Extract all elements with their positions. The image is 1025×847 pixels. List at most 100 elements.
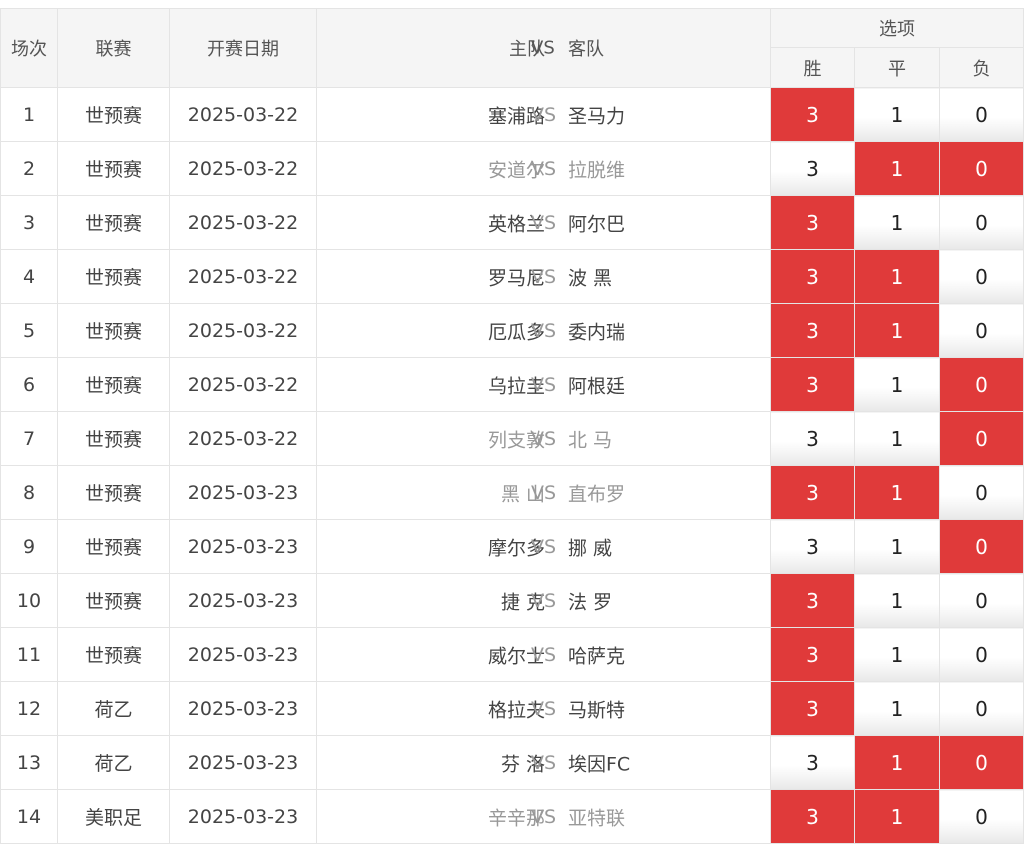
away-team: 亚特联 [568,807,626,829]
option-win-button[interactable]: 3 [770,87,855,142]
vs-label: VS [531,697,557,720]
match-date: 2025-03-22 [169,411,317,466]
league-name: 世预赛 [57,573,170,628]
option-win-button[interactable]: 3 [770,519,855,574]
round-number: 13 [0,735,58,790]
round-number: 14 [0,789,58,844]
option-draw-button[interactable]: 1 [854,195,940,250]
option-win-button[interactable]: 3 [770,573,855,628]
match-date: 2025-03-23 [169,735,317,790]
option-draw-button[interactable]: 1 [854,303,940,358]
header-date: 开赛日期 [169,8,317,88]
header-vs: VS [531,37,555,59]
match-teams: 黑 山 VS 直布罗 [316,465,771,520]
table-body: 1 世预赛 2025-03-22 塞浦路 VS 圣马力 3 1 0 2 世预赛 2025-03-22 安… [0,87,1025,844]
option-draw-button[interactable]: 1 [854,573,940,628]
vs-label: VS [531,103,557,126]
round-number: 11 [0,627,58,682]
option-draw-button[interactable]: 1 [854,735,940,790]
option-lose-button[interactable]: 0 [938,195,1025,250]
option-win-button[interactable]: 3 [770,681,855,736]
away-team: 阿根廷 [568,375,626,397]
vs-label: VS [531,751,557,774]
round-number: 5 [0,303,58,358]
away-team: 圣马力 [568,105,626,127]
option-draw-button[interactable]: 1 [854,141,940,196]
option-lose-button[interactable]: 0 [938,87,1025,142]
match-teams: 厄瓜多 VS 委内瑞 [316,303,771,358]
vs-label: VS [531,589,557,612]
table-row: 2 世预赛 2025-03-22 安道尔 VS 拉脱维 3 1 0 [0,141,1025,196]
header-options: 选项 [769,8,1025,48]
league-name: 世预赛 [57,357,170,412]
match-teams: 芬 洛 VS 埃因FC [316,735,771,790]
option-lose-button[interactable]: 0 [938,627,1025,682]
match-date: 2025-03-23 [169,789,317,844]
table-row: 8 世预赛 2025-03-23 黑 山 VS 直布罗 3 1 0 [0,465,1025,520]
table-row: 13 荷乙 2025-03-23 芬 洛 VS 埃因FC 3 1 0 [0,735,1025,790]
away-team: 委内瑞 [568,321,626,343]
league-name: 世预赛 [57,195,170,250]
option-win-button[interactable]: 3 [770,303,855,358]
vs-label: VS [531,211,557,234]
match-date: 2025-03-23 [169,573,317,628]
option-draw-button[interactable]: 1 [854,465,940,520]
table-row: 12 荷乙 2025-03-23 格拉夫 VS 马斯特 3 1 0 [0,681,1025,736]
vs-label: VS [531,427,557,450]
option-win-button[interactable]: 3 [770,411,855,466]
option-win-button[interactable]: 3 [770,735,855,790]
option-lose-button[interactable]: 0 [938,141,1025,196]
vs-label: VS [531,535,557,558]
option-lose-button[interactable]: 0 [938,681,1025,736]
lottery-table-wrap: 场次 联赛 开赛日期 主队 VS 客队 选项 胜 平 负 1 世预赛 2025-03… [0,8,1025,844]
option-draw-button[interactable]: 1 [854,789,940,844]
vs-label: VS [531,805,557,828]
away-team: 埃因FC [568,753,631,775]
match-teams: 塞浦路 VS 圣马力 [316,87,771,142]
away-team: 拉脱维 [568,159,626,181]
option-win-button[interactable]: 3 [770,141,855,196]
away-team: 北 马 [568,429,613,451]
vs-label: VS [531,373,557,396]
option-lose-button[interactable]: 0 [938,303,1025,358]
option-lose-button[interactable]: 0 [938,735,1025,790]
option-draw-button[interactable]: 1 [854,411,940,466]
option-lose-button[interactable]: 0 [938,249,1025,304]
vs-label: VS [531,265,557,288]
round-number: 10 [0,573,58,628]
league-name: 世预赛 [57,87,170,142]
option-lose-button[interactable]: 0 [938,519,1025,574]
option-win-button[interactable]: 3 [770,195,855,250]
header-away: 客队 [568,39,604,60]
round-number: 9 [0,519,58,574]
option-lose-button[interactable]: 0 [938,789,1025,844]
option-draw-button[interactable]: 1 [854,249,940,304]
option-lose-button[interactable]: 0 [938,357,1025,412]
option-draw-button[interactable]: 1 [854,87,940,142]
match-teams: 英格兰 VS 阿尔巴 [316,195,771,250]
table-row: 6 世预赛 2025-03-22 乌拉圭 VS 阿根廷 3 1 0 [0,357,1025,412]
option-win-button[interactable]: 3 [770,465,855,520]
header-match: 主队 VS 客队 [316,8,771,88]
match-options-table: 场次 联赛 开赛日期 主队 VS 客队 选项 胜 平 负 1 世预赛 2025-03… [0,8,1025,844]
vs-label: VS [531,157,557,180]
option-win-button[interactable]: 3 [770,627,855,682]
vs-label: VS [531,481,557,504]
match-date: 2025-03-23 [169,627,317,682]
option-win-button[interactable]: 3 [770,789,855,844]
match-date: 2025-03-23 [169,681,317,736]
away-team: 法 罗 [568,591,613,613]
option-lose-button[interactable]: 0 [938,465,1025,520]
option-lose-button[interactable]: 0 [938,573,1025,628]
away-team: 哈萨克 [568,645,626,667]
option-win-button[interactable]: 3 [770,249,855,304]
option-lose-button[interactable]: 0 [938,411,1025,466]
match-teams: 列支敦 VS 北 马 [316,411,771,466]
option-draw-button[interactable]: 1 [854,519,940,574]
header-opt-lose: 负 [938,47,1025,88]
round-number: 4 [0,249,58,304]
option-win-button[interactable]: 3 [770,357,855,412]
option-draw-button[interactable]: 1 [854,357,940,412]
option-draw-button[interactable]: 1 [854,681,940,736]
option-draw-button[interactable]: 1 [854,627,940,682]
